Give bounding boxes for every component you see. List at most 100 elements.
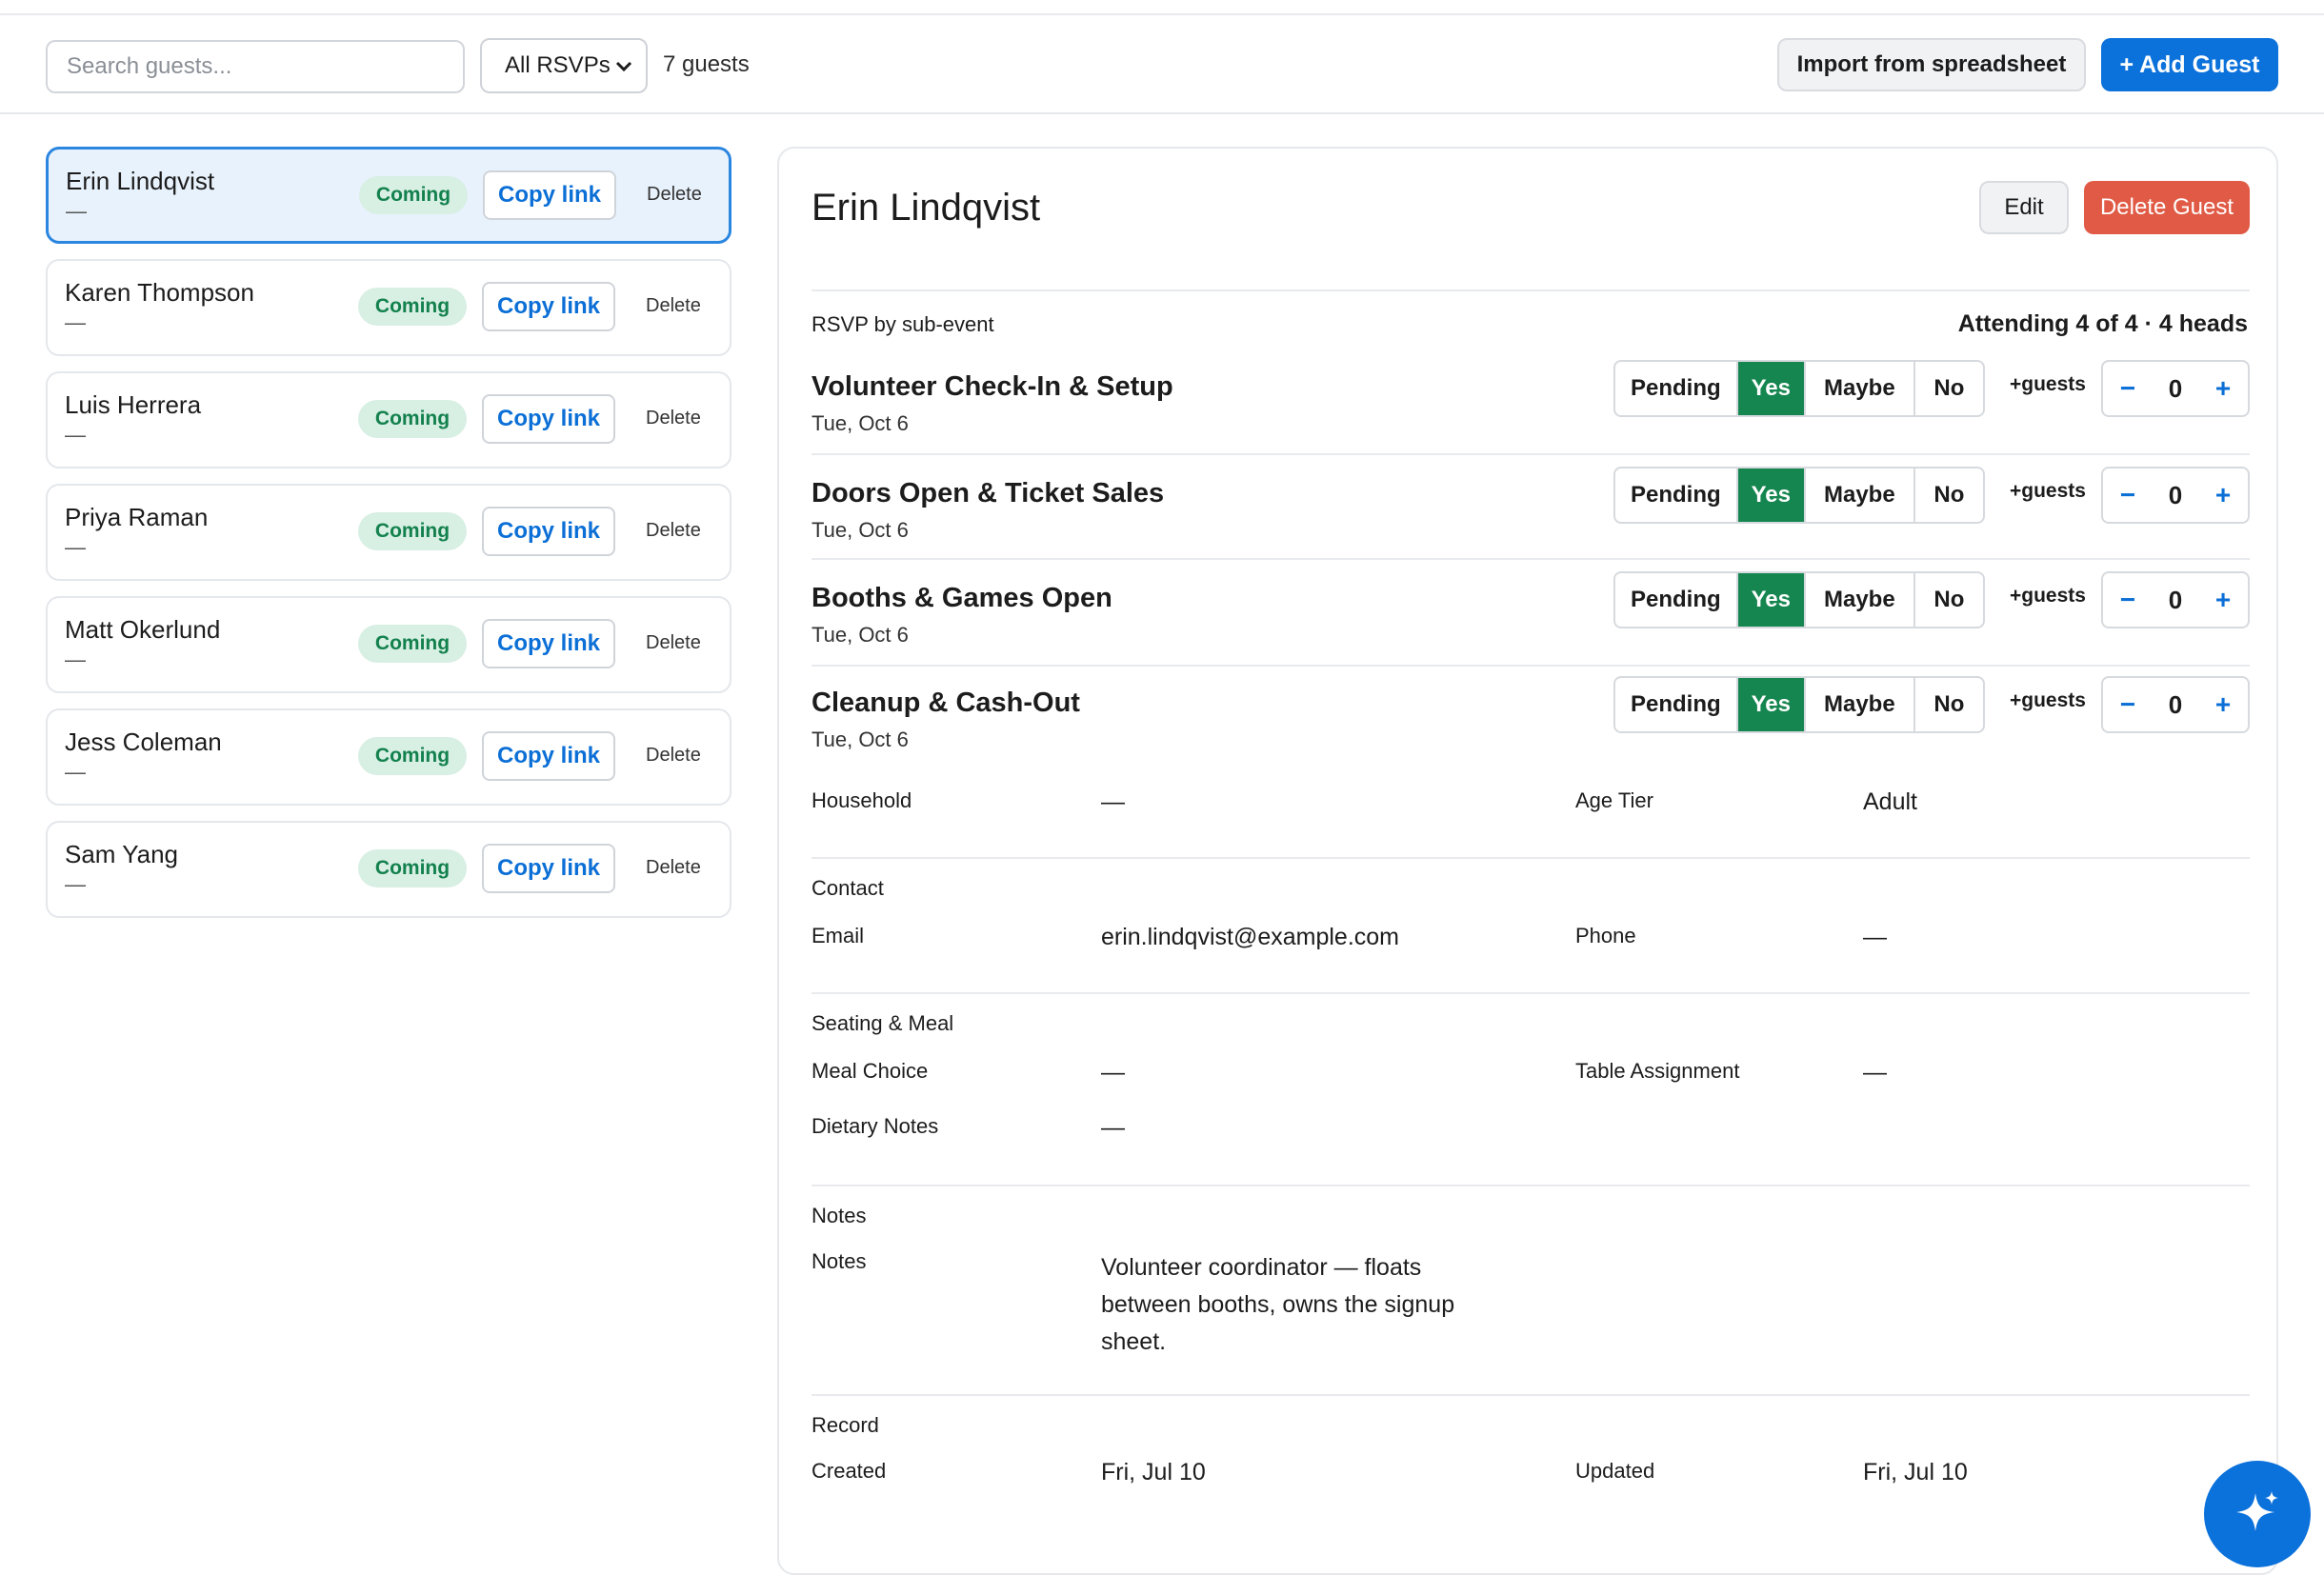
plus-guests-label: +guests bbox=[2010, 585, 2086, 607]
status-badge: Coming bbox=[358, 737, 467, 775]
sub-event-date: Tue, Oct 6 bbox=[811, 518, 909, 542]
plus-guests-stepper: − 0 + bbox=[2101, 360, 2250, 417]
delete-guest-link[interactable]: Delete bbox=[646, 857, 701, 879]
rsvp-maybe-option[interactable]: Maybe bbox=[1806, 678, 1915, 731]
copy-link-button[interactable]: Copy link bbox=[482, 394, 615, 444]
status-badge: Coming bbox=[358, 625, 467, 663]
table-assignment-label: Table Assignment bbox=[1575, 1059, 1740, 1083]
guest-name: Matt Okerlund bbox=[65, 615, 221, 644]
add-guest-button[interactable]: + Add Guest bbox=[2101, 38, 2278, 91]
guest-card[interactable]: Matt Okerlund — Coming Copy link Delete bbox=[46, 596, 731, 693]
rsvp-segmented-control: Pending Yes Maybe No bbox=[1613, 676, 1985, 733]
phone-value: — bbox=[1863, 924, 1887, 950]
delete-guest-link[interactable]: Delete bbox=[646, 520, 701, 542]
copy-link-button[interactable]: Copy link bbox=[482, 844, 615, 893]
table-assignment-value: — bbox=[1863, 1059, 1887, 1086]
age-tier-value: Adult bbox=[1863, 788, 1917, 815]
decrement-button[interactable]: − bbox=[2109, 362, 2147, 415]
assistant-fab-button[interactable] bbox=[2204, 1461, 2311, 1567]
guest-card[interactable]: Erin Lindqvist — Coming Copy link Delete bbox=[46, 147, 731, 244]
rsvp-no-option[interactable]: No bbox=[1915, 678, 1983, 731]
copy-link-button[interactable]: Copy link bbox=[482, 619, 615, 668]
copy-link-button[interactable]: Copy link bbox=[482, 507, 615, 556]
sub-event-row: Volunteer Check-In & Setup Tue, Oct 6 Pe… bbox=[779, 360, 2280, 467]
created-value: Fri, Jul 10 bbox=[1101, 1459, 1206, 1485]
plus-guests-value: 0 bbox=[2168, 374, 2183, 403]
guest-card[interactable]: Karen Thompson — Coming Copy link Delete bbox=[46, 259, 731, 356]
plus-guests-value: 0 bbox=[2168, 481, 2183, 509]
rsvp-yes-option[interactable]: Yes bbox=[1737, 573, 1806, 627]
guest-count: 7 guests bbox=[663, 51, 750, 77]
rsvp-no-option[interactable]: No bbox=[1915, 573, 1983, 627]
guest-card[interactable]: Jess Coleman — Coming Copy link Delete bbox=[46, 708, 731, 806]
copy-link-button[interactable]: Copy link bbox=[483, 170, 616, 220]
notes-value: Volunteer coordinator — floats between b… bbox=[1101, 1254, 1455, 1355]
guest-household: — bbox=[65, 872, 86, 896]
sub-event-title: Booths & Games Open bbox=[811, 583, 1112, 613]
rsvp-maybe-option[interactable]: Maybe bbox=[1806, 469, 1915, 522]
rsvp-filter-select[interactable]: All RSVPs bbox=[480, 38, 648, 93]
copy-link-button[interactable]: Copy link bbox=[482, 282, 615, 331]
delete-guest-link[interactable]: Delete bbox=[646, 745, 701, 767]
import-spreadsheet-button[interactable]: Import from spreadsheet bbox=[1777, 38, 2086, 91]
rsvp-pending-option[interactable]: Pending bbox=[1615, 469, 1738, 522]
rsvp-yes-option[interactable]: Yes bbox=[1737, 469, 1806, 522]
rsvp-pending-option[interactable]: Pending bbox=[1615, 678, 1738, 731]
dietary-notes-label: Dietary Notes bbox=[811, 1114, 939, 1138]
divider bbox=[811, 857, 2250, 859]
seating-heading: Seating & Meal bbox=[811, 1011, 954, 1035]
search-input[interactable]: Search guests... bbox=[46, 40, 465, 93]
copy-link-button[interactable]: Copy link bbox=[482, 731, 615, 781]
delete-guest-link[interactable]: Delete bbox=[647, 184, 702, 206]
status-badge: Coming bbox=[358, 400, 467, 438]
rsvp-segmented-control: Pending Yes Maybe No bbox=[1613, 467, 1985, 524]
guest-household: — bbox=[65, 535, 86, 559]
increment-button[interactable]: + bbox=[2204, 469, 2242, 522]
delete-guest-link[interactable]: Delete bbox=[646, 632, 701, 654]
increment-button[interactable]: + bbox=[2204, 573, 2242, 627]
record-heading: Record bbox=[811, 1413, 879, 1437]
sub-event-date: Tue, Oct 6 bbox=[811, 728, 909, 751]
guest-card[interactable]: Luis Herrera — Coming Copy link Delete bbox=[46, 371, 731, 469]
phone-label: Phone bbox=[1575, 924, 1636, 947]
chevron-down-icon bbox=[615, 40, 632, 112]
guest-card[interactable]: Sam Yang — Coming Copy link Delete bbox=[46, 821, 731, 918]
status-badge: Coming bbox=[358, 849, 467, 887]
rsvp-yes-option[interactable]: Yes bbox=[1737, 678, 1806, 731]
rsvp-pending-option[interactable]: Pending bbox=[1615, 362, 1738, 415]
contact-heading: Contact bbox=[811, 876, 884, 900]
toolbar: Search guests... All RSVPs 7 guests Impo… bbox=[0, 15, 2324, 114]
increment-button[interactable]: + bbox=[2204, 362, 2242, 415]
updated-value: Fri, Jul 10 bbox=[1863, 1459, 1968, 1485]
sub-event-title: Doors Open & Ticket Sales bbox=[811, 478, 1165, 508]
notes-label: Notes bbox=[811, 1249, 867, 1273]
rsvp-filter-value: All RSVPs bbox=[505, 52, 611, 78]
delete-guest-button[interactable]: Delete Guest bbox=[2084, 181, 2250, 234]
rsvp-no-option[interactable]: No bbox=[1915, 469, 1983, 522]
rsvp-no-option[interactable]: No bbox=[1915, 362, 1983, 415]
decrement-button[interactable]: − bbox=[2109, 469, 2147, 522]
divider bbox=[811, 992, 2250, 994]
sub-event-date: Tue, Oct 6 bbox=[811, 411, 909, 435]
delete-guest-link[interactable]: Delete bbox=[646, 408, 701, 429]
rsvp-yes-option[interactable]: Yes bbox=[1737, 362, 1806, 415]
rsvp-pending-option[interactable]: Pending bbox=[1615, 573, 1738, 627]
household-label: Household bbox=[811, 788, 912, 812]
guest-card[interactable]: Priya Raman — Coming Copy link Delete bbox=[46, 484, 731, 581]
guest-detail-card: Erin Lindqvist Edit Delete Guest RSVP by… bbox=[777, 147, 2278, 1575]
decrement-button[interactable]: − bbox=[2109, 678, 2147, 731]
created-label: Created bbox=[811, 1459, 887, 1483]
status-badge: Coming bbox=[358, 288, 467, 326]
meal-choice-value: — bbox=[1101, 1059, 1125, 1086]
guest-name: Karen Thompson bbox=[65, 278, 254, 307]
decrement-button[interactable]: − bbox=[2109, 573, 2147, 627]
updated-label: Updated bbox=[1575, 1459, 1655, 1483]
rsvp-maybe-option[interactable]: Maybe bbox=[1806, 362, 1915, 415]
rsvp-maybe-option[interactable]: Maybe bbox=[1806, 573, 1915, 627]
delete-guest-link[interactable]: Delete bbox=[646, 295, 701, 317]
sub-event-date: Tue, Oct 6 bbox=[811, 623, 909, 647]
sparkle-icon bbox=[2236, 1491, 2278, 1531]
edit-button[interactable]: Edit bbox=[1979, 181, 2069, 234]
increment-button[interactable]: + bbox=[2204, 678, 2242, 731]
guest-household: — bbox=[65, 423, 86, 447]
